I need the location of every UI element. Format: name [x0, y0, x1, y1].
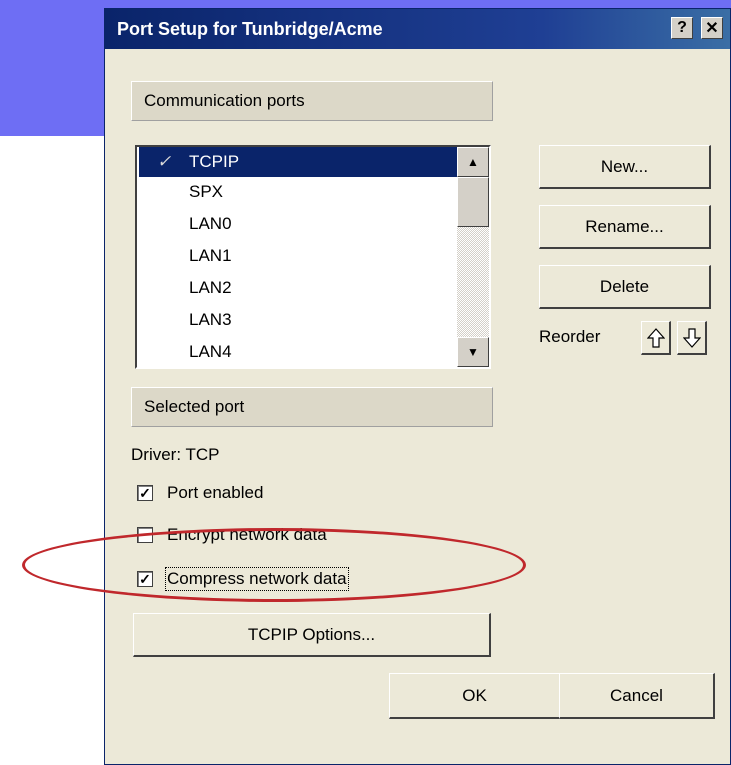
- driver-label: Driver: TCP: [131, 445, 220, 464]
- scroll-down-icon[interactable]: ▼: [457, 337, 489, 367]
- scroll-up-icon[interactable]: ▲: [457, 147, 489, 177]
- port-label: LAN4: [189, 342, 232, 361]
- reorder-down-icon[interactable]: [677, 321, 707, 355]
- port-enabled-checkbox[interactable]: ✓: [137, 485, 153, 501]
- port-label: LAN2: [189, 278, 232, 297]
- port-setup-dialog: Port Setup for Tunbridge/Acme ? ✕ Commun…: [104, 8, 731, 765]
- list-item-tcpip[interactable]: ✓ TCPIP: [139, 147, 459, 177]
- new-button[interactable]: New...: [539, 145, 711, 189]
- ports-scrollbar[interactable]: ▲ ▼: [457, 147, 489, 367]
- list-item-lan3[interactable]: LAN3: [139, 305, 459, 335]
- port-label: LAN3: [189, 310, 232, 329]
- selected-port-label: Selected port: [144, 397, 245, 416]
- port-label: LAN0: [189, 214, 232, 233]
- delete-button[interactable]: Delete: [539, 265, 711, 309]
- list-item-lan0[interactable]: LAN0: [139, 209, 459, 239]
- selected-port-header: Selected port: [131, 387, 493, 427]
- list-item-lan4[interactable]: LAN4: [139, 337, 459, 367]
- highlight-ellipse: [22, 528, 526, 602]
- title-bar: Port Setup for Tunbridge/Acme ? ✕: [105, 9, 730, 49]
- port-label: SPX: [189, 182, 224, 201]
- close-icon[interactable]: ✕: [701, 17, 723, 39]
- rename-button[interactable]: Rename...: [539, 205, 711, 249]
- reorder-up-icon[interactable]: [641, 321, 671, 355]
- list-item-lan2[interactable]: LAN2: [139, 273, 459, 303]
- scroll-thumb[interactable]: [457, 177, 489, 227]
- reorder-label: Reorder: [539, 327, 601, 346]
- communication-ports-header: Communication ports: [131, 81, 493, 121]
- help-icon[interactable]: ?: [671, 17, 693, 39]
- list-item-spx[interactable]: SPX: [139, 177, 459, 207]
- check-icon: ✓: [157, 152, 172, 171]
- cancel-button[interactable]: Cancel: [559, 673, 715, 719]
- port-enabled-label[interactable]: Port enabled: [167, 483, 263, 503]
- ports-listbox[interactable]: ✓ TCPIP SPX LAN0 LAN1 LAN2 LAN3 LAN4 ▲ ▼: [135, 145, 491, 369]
- communication-ports-label: Communication ports: [144, 91, 305, 110]
- port-label: LAN1: [189, 246, 232, 265]
- tcpip-options-button[interactable]: TCPIP Options...: [133, 613, 491, 657]
- ok-button[interactable]: OK: [389, 673, 561, 719]
- port-label: TCPIP: [189, 152, 240, 171]
- dialog-title: Port Setup for Tunbridge/Acme: [117, 19, 383, 39]
- list-item-lan1[interactable]: LAN1: [139, 241, 459, 271]
